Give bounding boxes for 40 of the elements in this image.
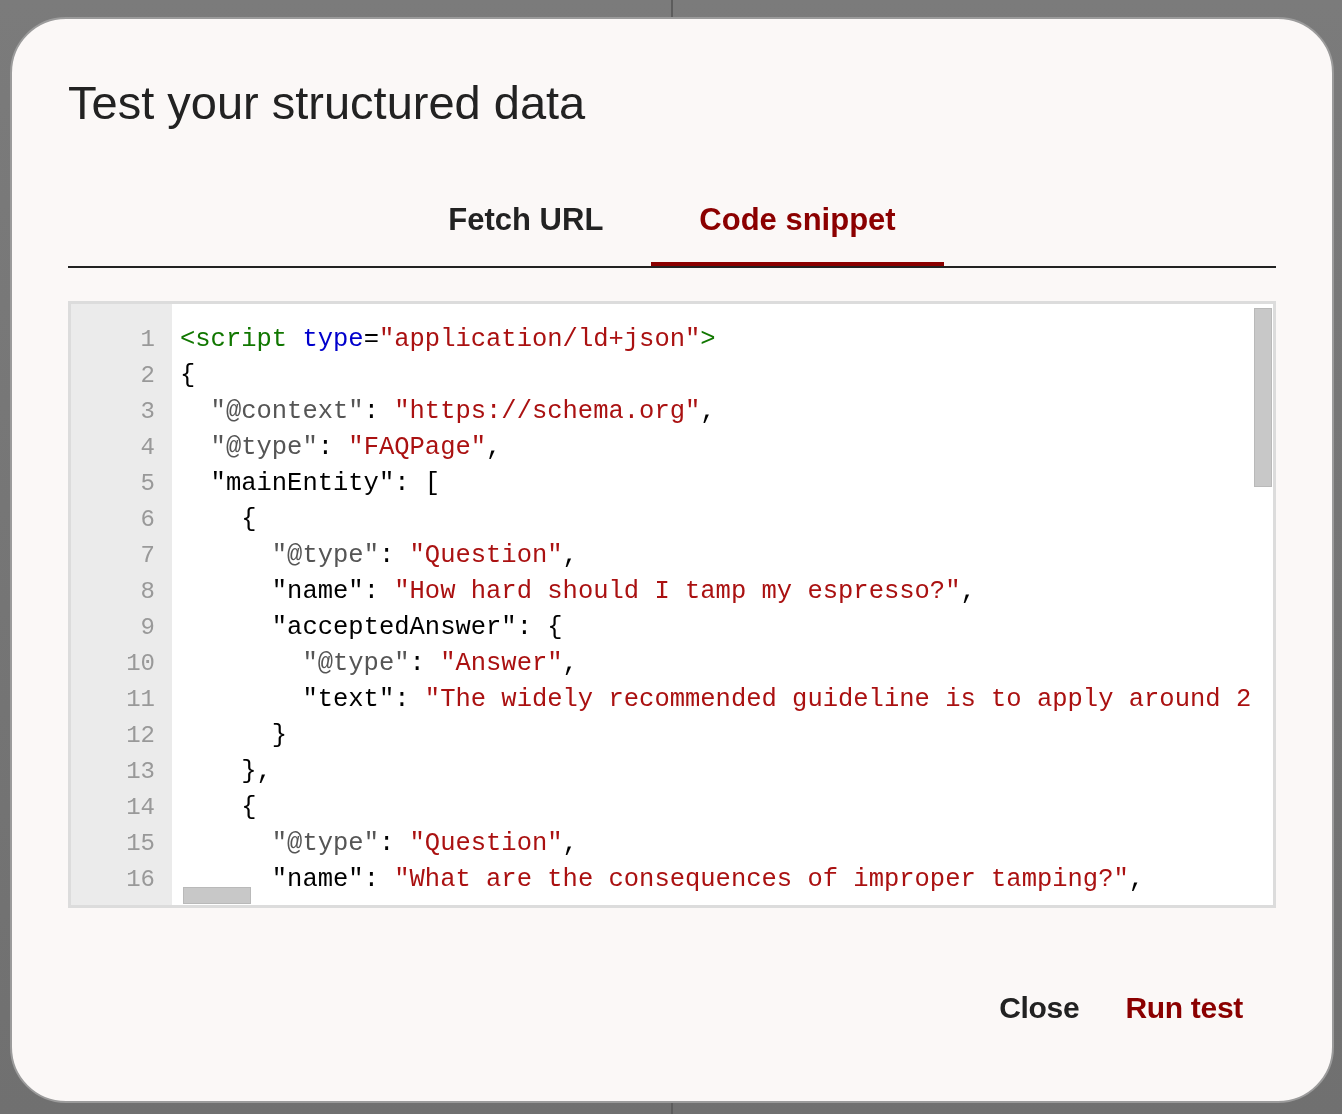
- line-number: 12: [126, 721, 155, 751]
- code-line: "@type": "FAQPage",: [210, 432, 502, 464]
- line-number: 16: [126, 865, 155, 895]
- line-number: 14: [126, 793, 155, 823]
- line-number: 13: [126, 757, 155, 787]
- line-number: 2: [140, 361, 155, 391]
- line-number: 1: [140, 325, 155, 355]
- line-number: 9: [140, 613, 155, 643]
- code-line: },: [241, 756, 272, 788]
- code-line: "text": "The widely recommended guideline is to apply around 2: [302, 684, 1252, 716]
- vertical-scrollbar-thumb[interactable]: [1254, 308, 1272, 487]
- code-line: "name": "What are the consequences of improper tamping?",: [271, 864, 1145, 896]
- code-line: "@type": "Question",: [271, 828, 578, 860]
- code-line: "name": "How hard should I tamp my espresso?",: [271, 576, 976, 608]
- line-number: 15: [126, 829, 155, 859]
- line-number: 7: [140, 541, 155, 571]
- code-editor[interactable]: [68, 301, 1276, 908]
- code-line: {: [241, 792, 257, 824]
- horizontal-scrollbar-thumb[interactable]: [183, 887, 251, 904]
- line-number: 6: [140, 505, 155, 535]
- code-line: {: [180, 360, 196, 392]
- line-number: 4: [140, 433, 155, 463]
- line-number: 5: [140, 469, 155, 499]
- tab[interactable]: Code snippet: [651, 181, 944, 266]
- code-line: "@type": "Question",: [271, 540, 578, 572]
- code-line: "@context": "https://schema.org",: [210, 396, 716, 428]
- line-number: 3: [140, 397, 155, 427]
- code-line: }: [271, 720, 288, 752]
- dialog-title: Test your structured data: [68, 75, 586, 131]
- code-line: "acceptedAnswer": {: [271, 612, 563, 644]
- tab[interactable]: Fetch URL: [400, 181, 652, 266]
- close-button[interactable]: Close: [983, 982, 1096, 1034]
- code-line: "mainEntity": [: [210, 468, 441, 500]
- code-line: <script type="application/ld+json">: [180, 324, 716, 356]
- code-line: "@type": "Answer",: [302, 648, 578, 680]
- line-number: 11: [126, 685, 155, 715]
- line-number: 8: [140, 577, 155, 607]
- code-line: {: [241, 504, 257, 536]
- run-test-button[interactable]: Run test: [1109, 982, 1259, 1034]
- line-number: 10: [126, 649, 155, 679]
